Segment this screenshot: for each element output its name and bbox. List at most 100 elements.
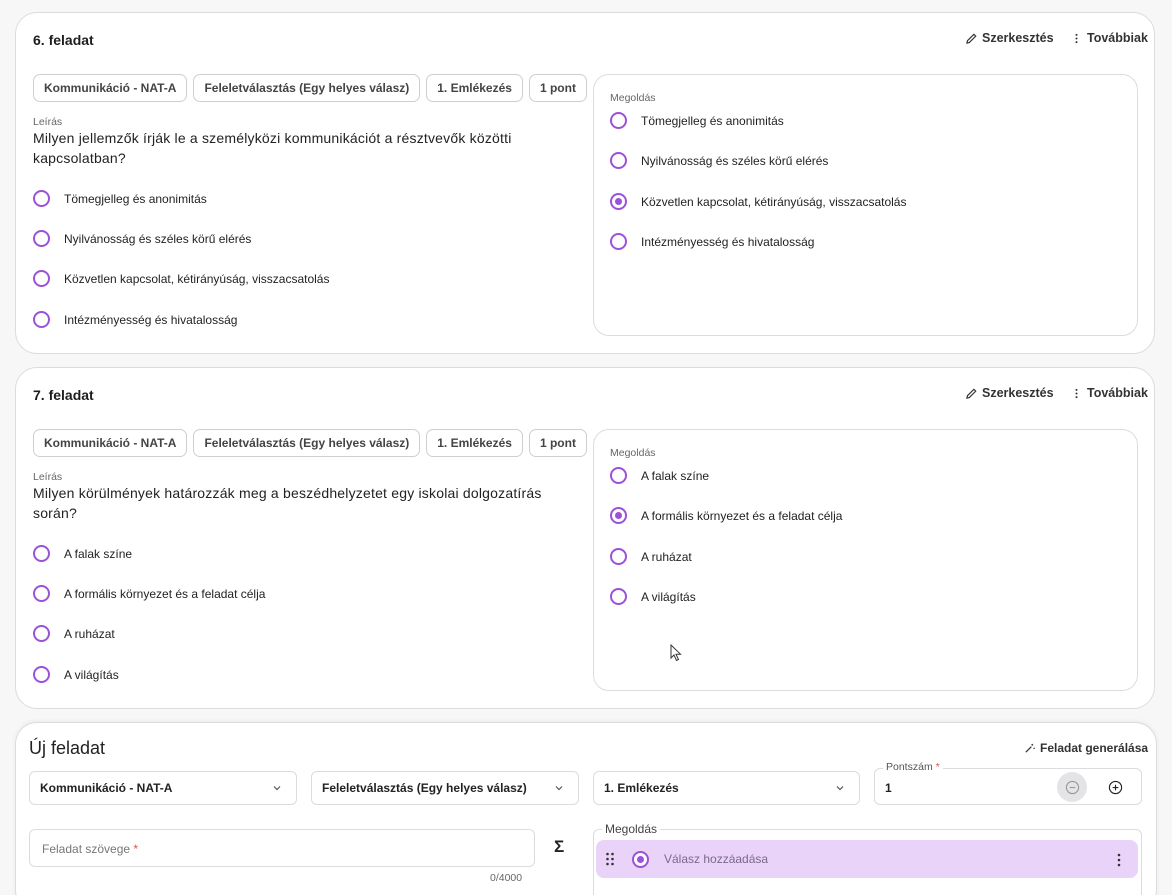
edit-label: Szerkesztés [982, 31, 1054, 45]
option-label: A világítás [641, 589, 696, 604]
edit-button[interactable]: Szerkesztés [966, 31, 1054, 45]
type-select-value: Feleletválasztás (Egy helyes válasz) [322, 781, 527, 795]
add-answer-row[interactable]: Válasz hozzáadása [596, 840, 1138, 878]
more-vert-icon[interactable] [1117, 853, 1121, 867]
chevron-down-icon [836, 786, 844, 791]
required-mark: * [133, 842, 139, 856]
plus-circle-icon [1108, 780, 1122, 794]
solution-option: Tömegjelleg és anonimitás [610, 112, 784, 129]
option[interactable]: Nyilvánosság és széles körű elérés [33, 230, 251, 247]
option-label: A falak színe [64, 546, 133, 561]
question-text: Milyen jellemzők írják le a személyközi … [33, 130, 512, 166]
radio-checked-icon[interactable] [632, 850, 649, 868]
tag-chips: Kommunikáció - NAT-A Feleletválasztás (E… [33, 74, 587, 102]
option-label: Közvetlen kapcsolat, kétirányúság, vissz… [641, 194, 907, 209]
points-label: Pontszám * [883, 761, 943, 773]
more-vert-icon [1075, 388, 1078, 398]
radio-icon[interactable] [33, 270, 50, 287]
radio-icon[interactable] [33, 190, 50, 207]
subject-select[interactable]: Kommunikáció - NAT-A [29, 771, 297, 805]
required-mark: * [935, 761, 940, 773]
points-value[interactable]: 1 [885, 781, 892, 795]
option-label: Intézményesség és hivatalosság [64, 312, 238, 327]
radio-checked-icon [610, 193, 627, 210]
points-chip: 1 pont [528, 429, 587, 457]
option[interactable]: A formális környezet és a feladat célja [33, 585, 265, 602]
option[interactable]: A világítás [33, 666, 119, 683]
char-counter: 0/4000 [490, 872, 523, 884]
solution-panel: Megoldás Tömegjelleg és anonimitás Nyilv… [593, 74, 1138, 336]
radio-icon[interactable] [33, 585, 50, 602]
task-title: 7. feladat [33, 387, 94, 403]
mouse-cursor-icon [670, 644, 682, 662]
new-task-card: Új feladat Feladat generálása Kommunikác… [15, 722, 1157, 895]
solution-label: Megoldás [610, 92, 656, 104]
points-field[interactable]: Pontszám * 1 [874, 761, 1142, 805]
option-label: Tömegjelleg és anonimitás [641, 113, 784, 128]
points-chip: 1 pont [528, 74, 587, 102]
option[interactable]: Közvetlen kapcsolat, kétirányúság, vissz… [33, 270, 329, 287]
type-chip: Feleletválasztás (Egy helyes válasz) [193, 74, 421, 102]
option-label: Nyilvánosság és széles körű elérés [641, 153, 829, 168]
option[interactable]: A falak színe [33, 545, 132, 562]
radio-icon [610, 233, 627, 250]
option-label: Közvetlen kapcsolat, kétirányúság, vissz… [64, 271, 330, 286]
task-card-6: 6. feladat Szerkesztés Továbbiak Kommuni… [15, 12, 1155, 354]
level-chip: 1. Emlékezés [426, 74, 523, 102]
option-label: A formális környezet és a feladat célja [64, 586, 266, 601]
minus-circle-icon [1065, 780, 1079, 794]
option-label: A formális környezet és a feladat célja [641, 508, 843, 523]
drag-handle-icon[interactable] [605, 852, 615, 866]
option-label: A ruházat [641, 549, 692, 564]
option[interactable]: Tömegjelleg és anonimitás [33, 190, 207, 207]
edit-button[interactable]: Szerkesztés [966, 386, 1054, 400]
radio-icon[interactable] [33, 311, 50, 328]
solution-option: A ruházat [610, 548, 692, 565]
increment-button[interactable] [1100, 772, 1130, 802]
option-label: Tömegjelleg és anonimitás [64, 191, 207, 206]
level-select[interactable]: 1. Emlékezés [593, 771, 860, 805]
chevron-down-icon [555, 786, 563, 791]
radio-icon[interactable] [33, 230, 50, 247]
solution-label: Megoldás [610, 447, 656, 459]
option[interactable]: Intézményesség és hivatalosság [33, 311, 237, 328]
more-button[interactable]: Továbbiak [1071, 386, 1148, 400]
more-label: Továbbiak [1087, 31, 1148, 45]
decrement-button[interactable] [1057, 772, 1087, 802]
option-label: A falak színe [641, 468, 710, 483]
pencil-icon [966, 387, 977, 399]
task-text-input[interactable]: Feladat szövege * [29, 829, 535, 867]
solution-option: Intézményesség és hivatalosság [610, 233, 814, 250]
task-title: 6. feladat [33, 32, 94, 48]
edit-label: Szerkesztés [982, 386, 1054, 400]
option-label: Nyilvánosság és széles körű elérés [64, 231, 252, 246]
level-select-value: 1. Emlékezés [604, 781, 679, 795]
radio-icon[interactable] [33, 545, 50, 562]
subject-chip: Kommunikáció - NAT-A [33, 74, 188, 102]
task-card-7: 7. feladat Szerkesztés Továbbiak Kommuni… [15, 367, 1155, 709]
radio-checked-icon [610, 507, 627, 524]
solution-panel: Megoldás A falak színe A formális környe… [593, 429, 1138, 691]
solution-label: Megoldás [602, 822, 661, 836]
option-label: A ruházat [64, 626, 115, 641]
option[interactable]: A ruházat [33, 625, 115, 642]
task-text-placeholder: Feladat szövege * [42, 842, 138, 856]
question-text: Milyen körülmények határozzák meg a besz… [33, 485, 542, 521]
pencil-icon [966, 32, 977, 44]
option-label: Intézményesség és hivatalosság [641, 234, 815, 249]
radio-icon [610, 112, 627, 129]
level-chip: 1. Emlékezés [426, 429, 523, 457]
placeholder-text: Feladat szövege [42, 842, 131, 856]
generate-task-button[interactable]: Feladat generálása [1024, 741, 1148, 755]
type-select[interactable]: Feleletválasztás (Egy helyes válasz) [311, 771, 579, 805]
subject-chip: Kommunikáció - NAT-A [33, 429, 188, 457]
solution-option: Nyilvánosság és széles körű elérés [610, 152, 828, 169]
more-button[interactable]: Továbbiak [1071, 31, 1148, 45]
add-answer-label[interactable]: Válasz hozzáadása [664, 852, 768, 866]
magic-wand-icon [1025, 743, 1035, 753]
subject-select-value: Kommunikáció - NAT-A [40, 781, 173, 795]
radio-icon[interactable] [33, 625, 50, 642]
sigma-formula-button[interactable]: Σ [554, 837, 564, 857]
radio-icon[interactable] [33, 666, 50, 683]
solution-option-correct: Közvetlen kapcsolat, kétirányúság, vissz… [610, 193, 906, 210]
